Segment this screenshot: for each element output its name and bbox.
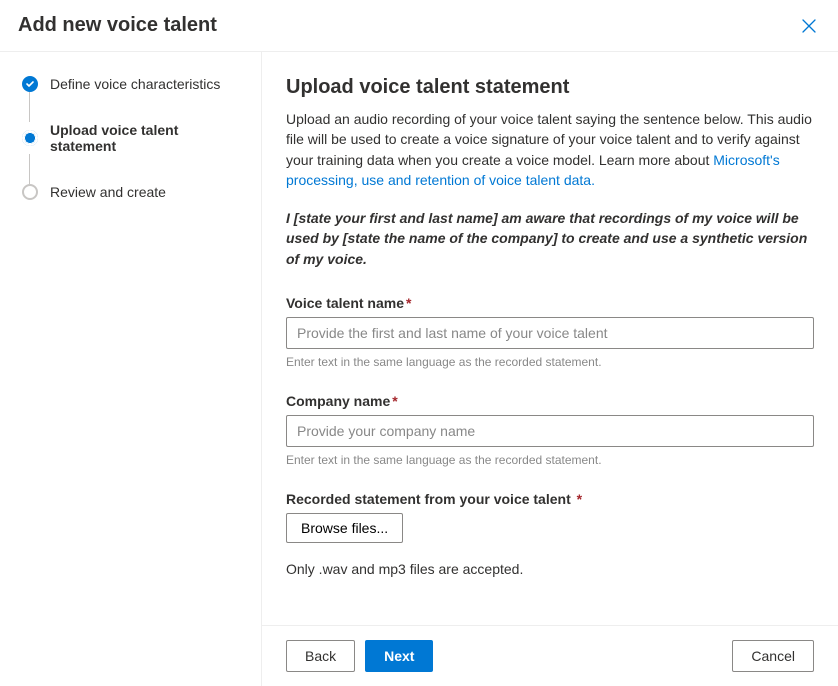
voice-talent-name-input[interactable] <box>286 317 814 349</box>
cancel-button[interactable]: Cancel <box>732 640 814 672</box>
field-company-name: Company name* Enter text in the same lan… <box>286 393 814 467</box>
required-indicator: * <box>406 295 411 311</box>
browse-files-button[interactable]: Browse files... <box>286 513 403 543</box>
dialog-title: Add new voice talent <box>18 14 217 37</box>
step-connector <box>29 154 30 184</box>
recorded-statement-helper: Only .wav and mp3 files are accepted. <box>286 561 814 577</box>
page-description: Upload an audio recording of your voice … <box>286 109 814 190</box>
required-indicator: * <box>392 393 397 409</box>
label-text: Company name <box>286 393 390 409</box>
back-button[interactable]: Back <box>286 640 355 672</box>
step-connector <box>29 92 30 122</box>
recorded-statement-label: Recorded statement from your voice talen… <box>286 491 814 507</box>
label-text: Voice talent name <box>286 295 404 311</box>
label-text: Recorded statement from your voice talen… <box>286 491 571 507</box>
pending-step-icon <box>22 184 38 200</box>
voice-talent-name-label: Voice talent name* <box>286 295 814 311</box>
wizard-footer: Back Next Cancel <box>262 625 838 686</box>
step-label: Upload voice talent statement <box>50 122 245 154</box>
wizard-steps: Define voice characteristics Upload voic… <box>0 52 262 686</box>
dialog-header: Add new voice talent <box>0 0 838 52</box>
current-step-icon <box>22 130 38 146</box>
required-indicator: * <box>573 491 582 507</box>
field-voice-talent-name: Voice talent name* Enter text in the sam… <box>286 295 814 369</box>
close-button[interactable] <box>798 15 820 37</box>
check-icon <box>22 76 38 92</box>
consent-statement: I [state your first and last name] am aw… <box>286 208 814 269</box>
page-heading: Upload voice talent statement <box>286 76 814 99</box>
close-icon <box>802 19 816 33</box>
company-name-helper: Enter text in the same language as the r… <box>286 453 814 467</box>
voice-talent-name-helper: Enter text in the same language as the r… <box>286 355 814 369</box>
step-define-characteristics[interactable]: Define voice characteristics <box>22 76 245 92</box>
company-name-label: Company name* <box>286 393 814 409</box>
step-upload-statement[interactable]: Upload voice talent statement <box>22 122 245 154</box>
step-label: Review and create <box>50 184 166 200</box>
step-review-create[interactable]: Review and create <box>22 184 245 200</box>
company-name-input[interactable] <box>286 415 814 447</box>
field-recorded-statement: Recorded statement from your voice talen… <box>286 491 814 577</box>
next-button[interactable]: Next <box>365 640 433 672</box>
step-label: Define voice characteristics <box>50 76 220 92</box>
wizard-content: Upload voice talent statement Upload an … <box>262 52 838 625</box>
